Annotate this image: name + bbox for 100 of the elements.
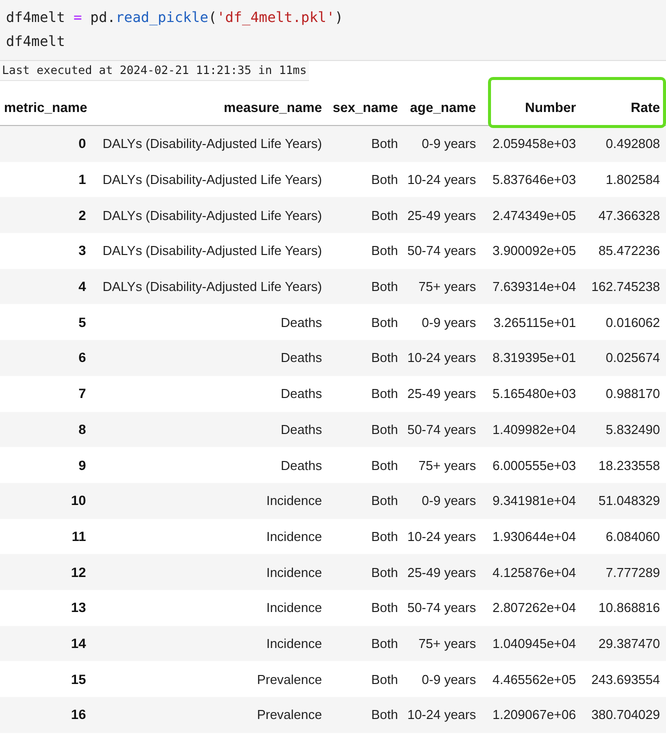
- table-cell-text: 47.366328: [598, 208, 661, 223]
- table-cell-text: Both: [370, 707, 399, 722]
- table-cell-text: Both: [370, 422, 399, 437]
- table-cell-text: 29.387470: [598, 636, 661, 651]
- row-index: 16: [70, 707, 87, 722]
- table-cell-text: 5.837646e+03: [491, 172, 577, 188]
- table-cell-text: 2.474349e+05: [491, 208, 577, 223]
- table-cell-text: 10-24 years: [406, 172, 477, 188]
- table-cell-text: 75+ years: [418, 279, 477, 294]
- table-cell-text: Incidence: [265, 528, 323, 544]
- table-cell-text: 25-49 years: [406, 564, 477, 580]
- table-cell-text: 10.868816: [598, 600, 661, 616]
- table-cell-text: 50-74 years: [406, 600, 477, 616]
- table-cell-text: DALYs (Disability-Adjusted Life Years): [102, 172, 323, 188]
- column-header: measure_name: [222, 100, 323, 114]
- code-line: df4melt = pd.read_pickle('df_4melt.pkl'): [6, 9, 344, 28]
- table-cell-text: 7.777289: [604, 564, 661, 580]
- row-index: 0: [77, 136, 87, 152]
- row-index: 6: [77, 350, 87, 366]
- row-index: 11: [70, 528, 87, 544]
- table-cell-text: Both: [370, 386, 399, 402]
- table-cell-text: 7.639314e+04: [491, 279, 577, 294]
- table-cell-text: 5.165480e+03: [491, 386, 577, 402]
- table-cell-text: 10-24 years: [406, 707, 477, 722]
- table-cell-text: Incidence: [265, 636, 323, 651]
- table-cell-text: Both: [370, 136, 399, 152]
- table-cell-text: 9.341981e+04: [491, 493, 577, 508]
- table-cell-text: 0-9 years: [420, 493, 477, 508]
- row-index: 1: [77, 172, 87, 188]
- table-cell-text: Incidence: [265, 600, 323, 616]
- table-cell-text: Both: [370, 600, 399, 616]
- table-cell-text: 18.233558: [598, 458, 661, 473]
- row-index: 15: [70, 672, 87, 687]
- table-cell-text: 0.988170: [604, 386, 661, 402]
- column-header: sex_name: [332, 100, 399, 114]
- row-index: 7: [77, 386, 87, 402]
- table-cell-text: 0.025674: [604, 350, 661, 366]
- table-cell-text: 2.059458e+03: [491, 136, 577, 152]
- table-cell-text: Deaths: [280, 458, 323, 473]
- table-cell-text: DALYs (Disability-Adjusted Life Years): [102, 279, 323, 294]
- table-cell-text: DALYs (Disability-Adjusted Life Years): [102, 136, 323, 152]
- row-index: 2: [77, 208, 87, 223]
- table-cell-text: 162.745238: [590, 279, 661, 294]
- table-cell-text: 3.265115e+01: [492, 314, 577, 330]
- table-cell-text: Both: [370, 350, 399, 366]
- column-header: age_name: [408, 100, 477, 114]
- table-cell-text: Deaths: [280, 422, 323, 437]
- table-cell-text: Both: [370, 564, 399, 580]
- table-cell-text: Both: [370, 458, 399, 473]
- table-cell-text: 6.000555e+03: [491, 458, 577, 473]
- table-cell-text: 380.704029: [590, 707, 661, 722]
- table-cell-text: Both: [370, 243, 399, 258]
- table-cell-text: 4.125876e+04: [491, 564, 577, 580]
- table-cell-text: 4.465562e+05: [491, 672, 577, 687]
- table-cell-text: 5.832490: [604, 422, 661, 437]
- table-cell-text: 50-74 years: [406, 243, 477, 258]
- table-cell-text: 0.492808: [604, 136, 661, 152]
- table-cell-text: 6.084060: [604, 528, 661, 544]
- table-cell-text: 2.807262e+04: [491, 600, 577, 616]
- table-cell-text: Deaths: [280, 314, 323, 330]
- column-header: metric_name: [3, 100, 88, 114]
- table-cell-text: DALYs (Disability-Adjusted Life Years): [102, 208, 323, 223]
- table-cell-text: 243.693554: [590, 672, 661, 687]
- table-cell-text: Prevalence: [256, 672, 323, 687]
- execution-status: Last executed at 2024-02-21 11:21:35 in 11ms: [0, 61, 309, 81]
- row-index: 10: [70, 493, 87, 508]
- table-cell-text: 1.409982e+04: [491, 422, 577, 437]
- column-header: Rate: [630, 100, 661, 114]
- table-cell-text: 0-9 years: [420, 314, 477, 330]
- table-cell-text: Incidence: [265, 493, 323, 508]
- table-cell-text: Both: [370, 279, 399, 294]
- row-index: 12: [70, 564, 87, 580]
- row-index: 3: [77, 243, 87, 258]
- row-index: 5: [77, 314, 87, 330]
- row-index: 14: [70, 636, 87, 651]
- table-cell-text: 1.930644e+04: [491, 528, 577, 544]
- table-cell-text: 10-24 years: [406, 350, 477, 366]
- table-cell-text: Both: [370, 208, 399, 223]
- table-cell-text: Deaths: [280, 350, 323, 366]
- table-cell-text: 1.802584: [604, 172, 661, 188]
- table-cell-text: 0-9 years: [420, 672, 477, 687]
- table-cell-text: Both: [370, 172, 399, 188]
- table-cell-text: Prevalence: [256, 707, 323, 722]
- row-index: 8: [77, 422, 87, 437]
- table-cell-text: 1.209067e+06: [491, 707, 577, 722]
- table-cell-text: Both: [370, 314, 399, 330]
- table-cell-text: 25-49 years: [406, 386, 477, 402]
- table-cell-text: 0.016062: [604, 314, 661, 330]
- column-header: Number: [524, 100, 577, 114]
- table-cell-text: Incidence: [265, 564, 323, 580]
- code-cell[interactable]: df4melt = pd.read_pickle('df_4melt.pkl') df4melt: [0, 0, 666, 61]
- table-cell-text: 1.040945e+04: [491, 636, 577, 651]
- code-line: df4melt: [6, 33, 66, 52]
- table-cell-text: Both: [370, 636, 399, 651]
- table-cell-text: DALYs (Disability-Adjusted Life Years): [102, 243, 323, 258]
- table-cell-text: Both: [370, 493, 399, 508]
- table-cell-text: 25-49 years: [406, 208, 477, 223]
- row-index: 13: [70, 600, 87, 616]
- table-cell-text: 51.048329: [598, 493, 661, 508]
- table-cell-text: 75+ years: [418, 458, 477, 473]
